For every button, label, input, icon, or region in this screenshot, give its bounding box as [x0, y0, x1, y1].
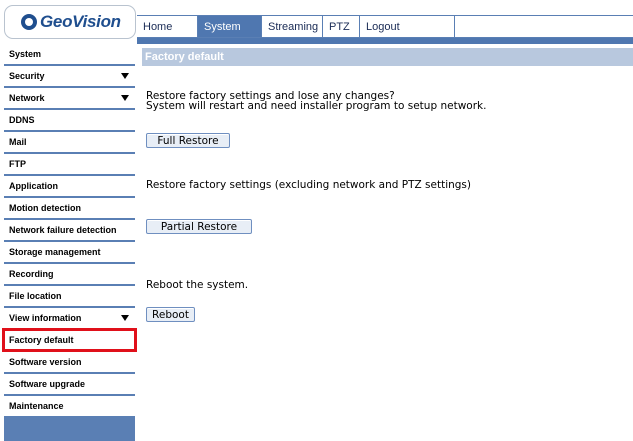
- tab-ptz[interactable]: PTZ: [323, 16, 360, 37]
- sidebar-item-mail[interactable]: Mail: [4, 132, 135, 152]
- sidebar-item-label: Storage management: [9, 247, 101, 257]
- partial-restore-description: Restore factory settings (excluding netw…: [146, 179, 472, 191]
- sidebar-menu: System Security Network DDNS Mail FTP Ap…: [2, 44, 137, 418]
- sidebar-item-motion-detection[interactable]: Motion detection: [4, 198, 135, 218]
- partial-restore-button[interactable]: Partial Restore: [146, 219, 252, 234]
- sidebar-item-label: System: [9, 49, 42, 59]
- sidebar-item-label: Software version: [9, 357, 82, 367]
- tab-logout[interactable]: Logout: [360, 16, 455, 37]
- sidebar-item-maintenance[interactable]: Maintenance: [4, 396, 135, 416]
- logo-text: GeoVision: [40, 12, 121, 31]
- sidebar-item-label: FTP: [9, 159, 26, 169]
- sidebar-item-label: Mail: [9, 137, 27, 147]
- logo-mark-icon: [21, 14, 37, 30]
- sidebar-item-ddns[interactable]: DDNS: [4, 110, 135, 130]
- sidebar-item-software-version[interactable]: Software version: [4, 352, 135, 372]
- sidebar-item-label: DDNS: [9, 115, 35, 125]
- sidebar: System Security Network DDNS Mail FTP Ap…: [2, 44, 137, 441]
- sidebar-item-view-information[interactable]: View information: [4, 308, 135, 328]
- chevron-down-icon: [121, 315, 129, 321]
- sidebar-item-application[interactable]: Application: [4, 176, 135, 196]
- reboot-description: Reboot the system.: [146, 279, 249, 291]
- sidebar-item-security[interactable]: Security: [4, 66, 135, 86]
- sidebar-item-label: File location: [9, 291, 62, 301]
- sidebar-item-label: Network failure detection: [9, 225, 117, 235]
- tab-streaming[interactable]: Streaming: [262, 16, 323, 37]
- sidebar-item-network-failure-detection[interactable]: Network failure detection: [4, 220, 135, 240]
- sidebar-item-system[interactable]: System: [4, 44, 135, 64]
- sidebar-item-label: Application: [9, 181, 58, 191]
- sidebar-item-label: Motion detection: [9, 203, 81, 213]
- sidebar-item-label: Security: [9, 71, 45, 81]
- nav-filler: [455, 16, 633, 37]
- tab-system[interactable]: System: [198, 16, 262, 37]
- chevron-down-icon: [121, 73, 129, 79]
- main-content: Factory default Restore factory settings…: [137, 44, 633, 441]
- sidebar-item-label: Factory default: [9, 335, 74, 345]
- full-restore-button[interactable]: Full Restore: [146, 133, 230, 148]
- sidebar-item-factory-default[interactable]: Factory default: [2, 328, 137, 352]
- sidebar-item-ftp[interactable]: FTP: [4, 154, 135, 174]
- section-title: Factory default: [142, 48, 633, 66]
- geovision-logo: GeoVision: [4, 5, 136, 39]
- sidebar-item-label: Recording: [9, 269, 54, 279]
- sidebar-item-file-location[interactable]: File location: [4, 286, 135, 306]
- sidebar-item-label: View information: [9, 313, 82, 323]
- reboot-button[interactable]: Reboot: [146, 307, 195, 322]
- sidebar-item-label: Software upgrade: [9, 379, 86, 389]
- sidebar-item-label: Maintenance: [9, 401, 64, 411]
- sidebar-item-label: Network: [9, 93, 45, 103]
- chevron-down-icon: [121, 95, 129, 101]
- sidebar-item-software-upgrade[interactable]: Software upgrade: [4, 374, 135, 394]
- sidebar-item-storage-management[interactable]: Storage management: [4, 242, 135, 262]
- sidebar-item-recording[interactable]: Recording: [4, 264, 135, 284]
- sidebar-item-network[interactable]: Network: [4, 88, 135, 108]
- full-restore-description-line2: System will restart and need installer p…: [146, 100, 487, 112]
- tab-home[interactable]: Home: [137, 16, 198, 37]
- top-navigation: Home System Streaming PTZ Logout: [137, 15, 633, 38]
